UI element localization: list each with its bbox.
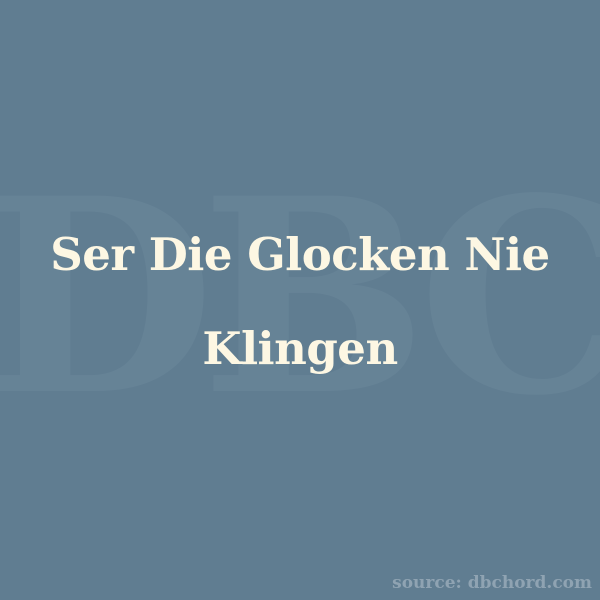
song-title-line-1: Ser Die Glocken Nie — [50, 228, 550, 281]
song-title-card: DBC Ser Die Glocken Nie Klingen source: … — [0, 0, 600, 600]
song-title: Ser Die Glocken Nie Klingen — [30, 208, 570, 396]
source-caption: source: dbchord.com — [392, 573, 592, 593]
song-title-line-2: Klingen — [202, 322, 398, 375]
